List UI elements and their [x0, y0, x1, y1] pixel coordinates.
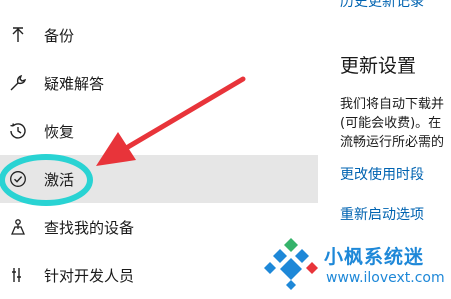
watermark-logo-icon	[264, 238, 318, 290]
sidebar-item-backup[interactable]: 备份	[0, 11, 318, 59]
developer-tools-icon	[8, 265, 28, 285]
arrow-up-icon	[8, 25, 28, 45]
sidebar-item-recovery[interactable]: 恢复	[0, 107, 318, 155]
watermark-url: www.ilovext.com	[326, 270, 445, 286]
check-circle-icon	[8, 169, 28, 189]
description-line: (可能会收费)。在	[340, 116, 442, 131]
sidebar-item-label: 激活	[44, 170, 75, 189]
restart-options-link[interactable]: 重新启动选项	[340, 204, 424, 224]
sidebar-item-troubleshoot[interactable]: 疑难解答	[0, 59, 318, 107]
watermark: 小枫系统迷 www.ilovext.com	[262, 232, 451, 294]
description-line: 流畅运行所必需的	[340, 135, 445, 150]
sidebar-item-label: 恢复	[44, 122, 75, 141]
sidebar-item-activation[interactable]: 激活	[0, 155, 318, 203]
description-line: 我们将自动下载并	[340, 97, 445, 112]
wrench-icon	[8, 73, 28, 93]
sidebar-item-label: 备份	[44, 26, 75, 45]
history-icon	[8, 121, 28, 141]
sidebar-item-label: 疑难解答	[44, 74, 105, 93]
watermark-title: 小枫系统迷	[324, 246, 425, 268]
change-active-hours-link[interactable]: 更改使用时段	[340, 164, 424, 184]
sidebar-item-label: 针对开发人员	[44, 266, 135, 285]
sidebar-item-label: 查找我的设备	[44, 218, 135, 237]
update-history-link[interactable]: 历史更新记录	[340, 0, 424, 11]
person-pin-icon	[8, 217, 28, 237]
section-title: 更新设置	[340, 55, 417, 77]
